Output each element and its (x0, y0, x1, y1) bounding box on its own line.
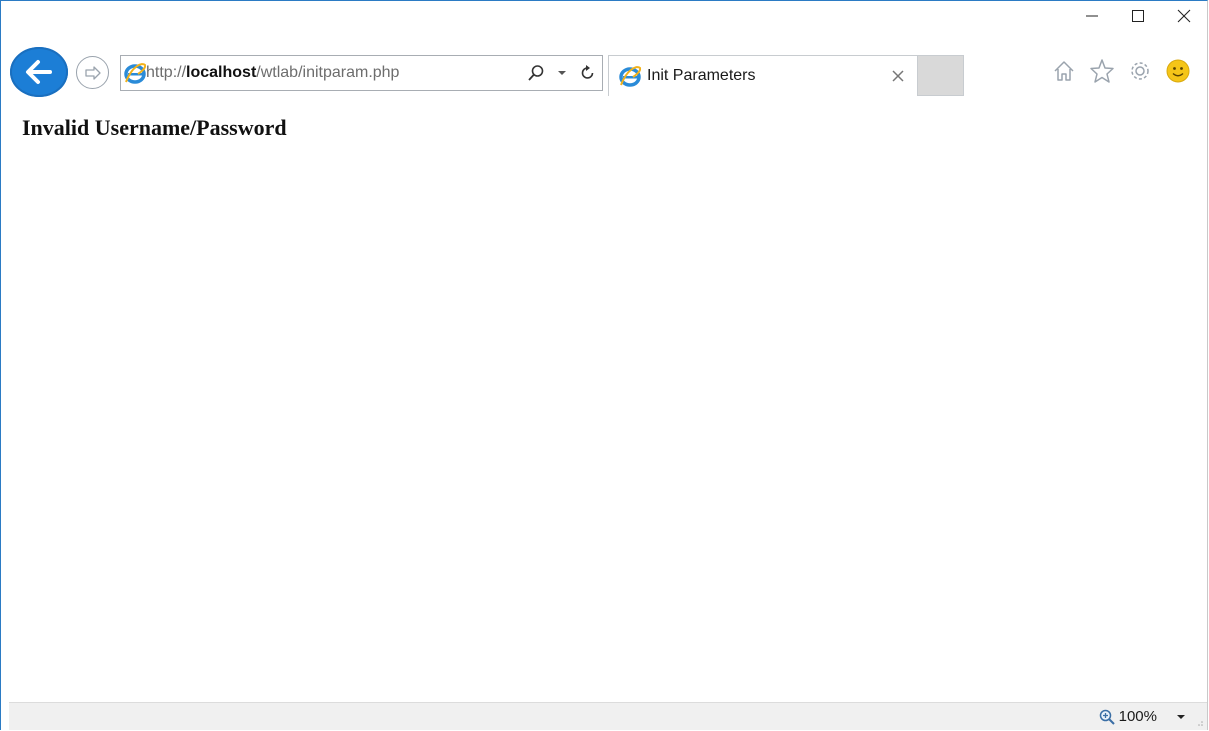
tab-title: Init Parameters (647, 67, 756, 84)
url-path: /wtlab/initparam.php (256, 64, 400, 81)
tab-init-parameters[interactable]: Init Parameters (608, 55, 918, 96)
status-bar: 100% (9, 702, 1207, 730)
window-controls (1069, 1, 1207, 31)
zoom-icon (1099, 709, 1115, 725)
forward-arrow-icon (84, 65, 101, 80)
settings-gear-icon (1131, 62, 1149, 80)
command-icons (1049, 56, 1193, 86)
refresh-icon (581, 65, 594, 79)
search-icon (528, 65, 544, 81)
favorites-button[interactable] (1087, 56, 1117, 86)
zoom-control[interactable]: 100% (1099, 708, 1157, 725)
search-button[interactable] (526, 58, 546, 88)
ie-logo-icon (617, 61, 643, 91)
forward-button[interactable] (76, 56, 109, 89)
close-tab-icon (892, 70, 904, 82)
dropdown-icon (558, 71, 566, 75)
url-host: localhost (186, 64, 257, 81)
back-button[interactable] (10, 47, 68, 97)
home-icon (1054, 61, 1074, 81)
minimize-button[interactable] (1069, 1, 1115, 31)
page-content: Invalid Username/Password (9, 97, 1207, 702)
maximize-icon (1132, 10, 1144, 22)
address-tools (526, 58, 602, 88)
feedback-button[interactable] (1163, 56, 1193, 86)
close-window-button[interactable] (1161, 1, 1207, 31)
address-bar[interactable]: http://localhost/wtlab/initparam.php (120, 55, 603, 91)
settings-button[interactable] (1125, 56, 1155, 86)
new-tab-button[interactable] (918, 55, 964, 96)
smiley-feedback-icon (1166, 59, 1190, 83)
refresh-button[interactable] (578, 58, 598, 88)
resize-grip-icon[interactable] (1196, 719, 1204, 727)
minimize-icon (1086, 15, 1098, 17)
error-message: Invalid Username/Password (22, 115, 287, 140)
address-dropdown-button[interactable] (552, 58, 572, 88)
zoom-dropdown-button[interactable] (1171, 707, 1191, 727)
address-url[interactable]: http://localhost/wtlab/initparam.php (146, 64, 526, 82)
ie-logo-icon (123, 56, 146, 90)
favorites-star-icon (1090, 59, 1114, 83)
home-button[interactable] (1049, 56, 1079, 86)
dropdown-icon (1177, 714, 1185, 719)
zoom-level: 100% (1118, 708, 1157, 725)
back-arrow-icon (26, 60, 52, 84)
close-icon (1177, 9, 1191, 23)
browser-window: http://localhost/wtlab/initparam.php Ini… (0, 0, 1208, 730)
close-tab-button[interactable] (885, 61, 911, 91)
url-scheme: http:// (146, 64, 187, 81)
maximize-button[interactable] (1115, 1, 1161, 31)
